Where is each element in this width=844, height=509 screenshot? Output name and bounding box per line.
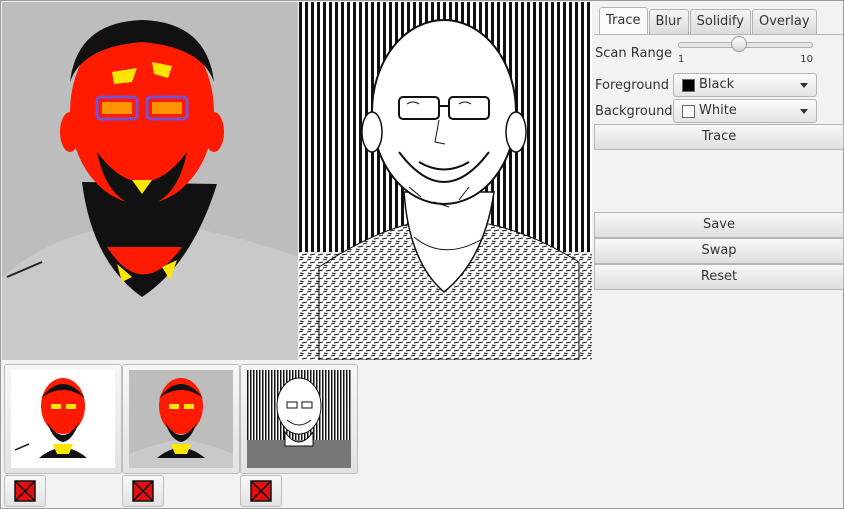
tab-overlay[interactable]: Overlay	[751, 9, 817, 34]
tab-solidify[interactable]: Solidify	[689, 9, 751, 34]
reset-button[interactable]: Reset	[594, 264, 844, 290]
trace-button[interactable]: Trace	[594, 124, 844, 150]
thumbnail-image	[129, 370, 233, 468]
background-value: White	[699, 103, 737, 118]
scan-range-label: Scan Range	[595, 46, 672, 61]
foreground-label: Foreground	[595, 78, 670, 93]
thumbnail-posterized-white[interactable]	[4, 364, 122, 474]
background-label: Background	[595, 104, 673, 119]
posterized-portrait-image	[2, 2, 298, 360]
swap-button[interactable]: Swap	[594, 238, 844, 264]
delete-icon	[250, 480, 272, 502]
source-image-canvas[interactable]	[2, 2, 298, 360]
thumbnail-image	[11, 370, 115, 468]
delete-thumbnail-3-button[interactable]	[240, 475, 282, 507]
slider-max-label: 10	[800, 54, 813, 65]
foreground-value: Black	[699, 77, 735, 92]
chevron-down-icon	[800, 109, 808, 114]
delete-icon	[132, 480, 154, 502]
background-swatch	[682, 105, 695, 118]
save-button[interactable]: Save	[594, 212, 844, 238]
result-image-canvas[interactable]	[299, 2, 592, 360]
delete-thumbnail-2-button[interactable]	[122, 475, 164, 507]
tab-blur[interactable]: Blur	[648, 9, 689, 34]
app-window: Trace Blur Solidify Overlay Scan Range 1…	[0, 0, 844, 509]
delete-thumbnail-1-button[interactable]	[4, 475, 46, 507]
delete-icon	[14, 480, 36, 502]
thumbnail-posterized-gray[interactable]	[122, 364, 240, 474]
foreground-select[interactable]: Black	[673, 73, 817, 97]
scan-range-slider[interactable]: 1 10	[678, 36, 813, 65]
traced-portrait-image	[299, 2, 592, 360]
thumbnail-image	[247, 370, 351, 468]
slider-min-label: 1	[678, 54, 685, 65]
foreground-swatch	[682, 79, 695, 92]
tab-bar: Trace Blur Solidify Overlay	[599, 7, 817, 35]
tab-divider	[594, 34, 843, 35]
slider-thumb[interactable]	[731, 36, 747, 52]
background-select[interactable]: White	[673, 99, 817, 123]
control-panel: Trace Blur Solidify Overlay Scan Range 1…	[594, 2, 844, 292]
thumbnail-traced[interactable]	[240, 364, 358, 474]
tab-trace[interactable]: Trace	[599, 7, 648, 34]
chevron-down-icon	[800, 83, 808, 88]
